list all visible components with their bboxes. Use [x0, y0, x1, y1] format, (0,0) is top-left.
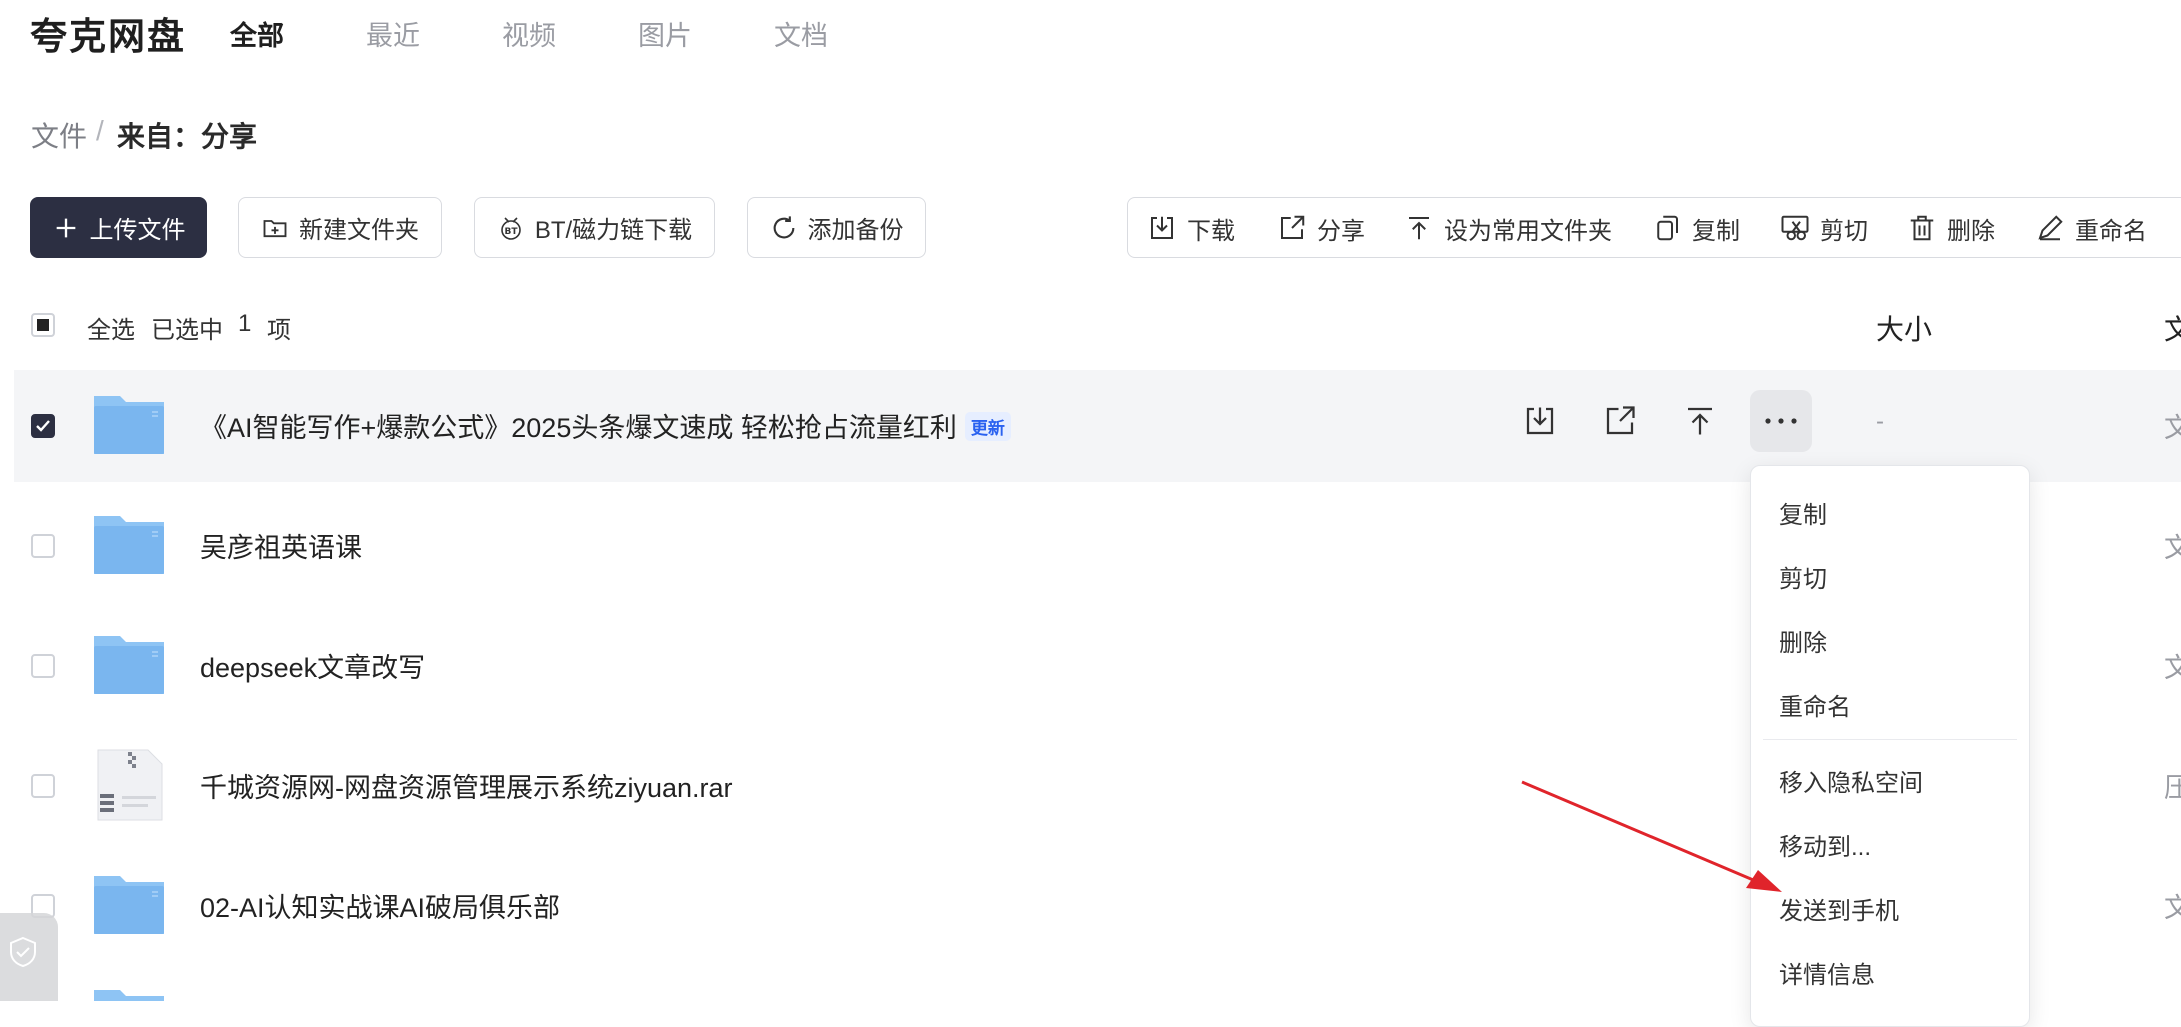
archive-icon	[97, 749, 163, 821]
annotation-arrow-icon	[1521, 780, 1782, 892]
upload-file-button[interactable]: 上传文件	[30, 197, 207, 258]
file-size: -	[1876, 408, 1884, 435]
menu-item-delete[interactable]: 删除	[1779, 623, 1827, 658]
breadcrumb-root[interactable]: 文件	[31, 115, 87, 155]
app-logo-title: 夸克网盘	[30, 16, 186, 57]
toolbar-rename-label: 重命名	[2075, 217, 2147, 245]
breadcrumb-current: 来自：分享	[117, 121, 258, 152]
toolbar-copy-button[interactable]: 复制	[1652, 213, 1740, 245]
toolbar-copy-label: 复制	[1692, 217, 1740, 245]
selected-count: 1	[238, 310, 252, 337]
new-folder-icon	[263, 219, 287, 237]
toolbar-download-button[interactable]: 下载	[1147, 213, 1235, 245]
toolbar-delete-button[interactable]: 删除	[1907, 213, 1995, 245]
plus-icon	[56, 218, 75, 237]
context-menu: 复制 剪切 删除 重命名 移入隐私空间 移动到... 发送到手机 详情信息	[1750, 465, 2030, 1027]
tab-images[interactable]: 图片	[638, 14, 692, 53]
add-backup-label: 添加备份	[807, 217, 904, 244]
row-share-icon[interactable]	[1602, 403, 1638, 439]
svg-text:BT: BT	[504, 227, 518, 237]
menu-item-cut[interactable]: 剪切	[1779, 559, 1827, 594]
breadcrumb-separator: /	[96, 115, 104, 146]
file-name[interactable]: deepseek文章改写	[200, 646, 425, 685]
tab-documents[interactable]: 文档	[774, 14, 828, 53]
file-type: 文	[2164, 653, 2181, 683]
watermark	[0, 913, 58, 1001]
backup-sync-icon	[773, 215, 794, 238]
row-checkbox[interactable]	[31, 774, 55, 798]
toolbar-set-common-label: 设为常用文件夹	[1444, 217, 1612, 245]
file-name[interactable]: 02-AI认知实战课AI破局俱乐部	[200, 886, 560, 925]
tab-recent[interactable]: 最近	[366, 14, 420, 53]
trash-icon	[1910, 215, 1934, 241]
selected-prefix: 已选中	[151, 317, 223, 344]
tab-all[interactable]: 全部	[230, 14, 284, 53]
toolbar-share-label: 分享	[1317, 217, 1365, 245]
row-pin-top-icon[interactable]	[1682, 403, 1718, 439]
file-name[interactable]: 吴彦祖英语课	[200, 526, 362, 565]
new-folder-label: 新建文件夹	[299, 217, 419, 244]
row-checkbox[interactable]	[31, 414, 55, 438]
update-badge: 更新	[964, 412, 1011, 441]
download-icon	[1151, 216, 1173, 239]
more-dots-icon	[1765, 418, 1797, 424]
add-backup-button[interactable]: 添加备份	[747, 197, 926, 258]
folder-icon	[94, 396, 164, 454]
toolbar-share-button[interactable]: 分享	[1277, 213, 1365, 245]
folder-icon	[94, 636, 164, 694]
row-download-icon[interactable]	[1522, 403, 1558, 439]
file-name[interactable]: 《AI智能写作+爆款公式》2025头条爆文速成 轻松抢占流量红利 更新	[200, 406, 1011, 445]
new-folder-button[interactable]: 新建文件夹	[238, 197, 442, 258]
column-size[interactable]: 大小	[1876, 308, 1932, 348]
tab-video[interactable]: 视频	[502, 14, 556, 53]
toolbar-download-label: 下载	[1187, 217, 1235, 245]
shield-icon	[10, 936, 36, 968]
menu-item-rename[interactable]: 重命名	[1779, 687, 1851, 722]
check-icon	[36, 420, 50, 432]
folder-icon	[94, 516, 164, 574]
folder-icon	[94, 990, 164, 1001]
share-icon	[1281, 215, 1305, 239]
folder-icon	[94, 876, 164, 934]
menu-divider	[1763, 739, 2017, 740]
toolbar-delete-label: 删除	[1947, 217, 1995, 245]
scissors-icon	[1781, 215, 1809, 241]
file-type: 文	[2164, 893, 2181, 923]
bt-download-button[interactable]: BT BT/磁力链下载	[474, 197, 715, 258]
bt-icon: BT	[501, 216, 521, 240]
file-name[interactable]: 千城资源网-网盘资源管理展示系统ziyuan.rar	[200, 766, 733, 805]
file-type: 文	[2164, 533, 2181, 563]
upload-file-label: 上传文件	[89, 217, 186, 244]
selected-suffix: 项	[267, 317, 291, 344]
pin-top-icon	[1409, 217, 1429, 240]
row-more-button[interactable]	[1750, 390, 1812, 452]
pencil-icon	[2038, 215, 2063, 241]
file-type: 文	[2164, 413, 2181, 443]
bt-download-label: BT/磁力链下载	[534, 217, 693, 244]
copy-icon	[1657, 215, 1678, 241]
toolbar-cut-button[interactable]: 剪切	[1780, 213, 1868, 245]
select-all-label[interactable]: 全选	[87, 310, 135, 345]
column-type[interactable]: 文	[2164, 308, 2181, 348]
menu-item-move-private[interactable]: 移入隐私空间	[1779, 763, 1923, 798]
menu-item-details[interactable]: 详情信息	[1779, 955, 1875, 990]
row-checkbox[interactable]	[31, 654, 55, 678]
toolbar-cut-label: 剪切	[1820, 217, 1868, 245]
select-all-checkbox[interactable]	[31, 313, 55, 337]
menu-item-copy[interactable]: 复制	[1779, 495, 1827, 530]
row-checkbox[interactable]	[31, 534, 55, 558]
toolbar-rename-button[interactable]: 重命名	[2035, 213, 2147, 245]
file-type: 压	[2164, 773, 2181, 803]
toolbar-set-common-button[interactable]: 设为常用文件夹	[1404, 213, 1612, 245]
